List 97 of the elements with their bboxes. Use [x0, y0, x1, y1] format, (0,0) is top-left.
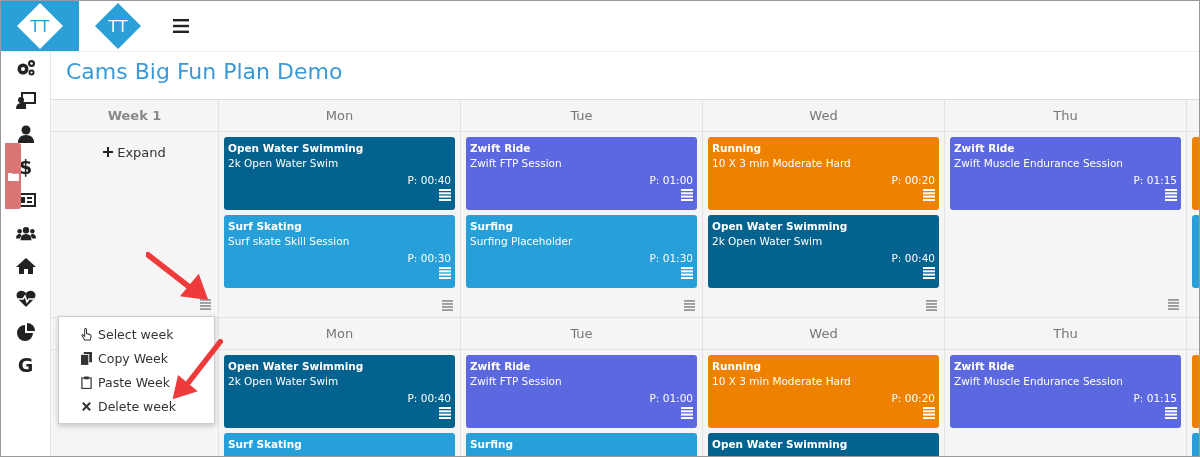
session-sport: Running [712, 360, 763, 372]
session-sport: Surfing [470, 438, 514, 450]
day-label: Thu [1053, 108, 1078, 123]
session-name: Surf skate Skill Session [228, 235, 351, 247]
session-card[interactable]: Surf Skating Surf skate Skill Session P: 00:30 [224, 215, 455, 288]
day-menu-icon[interactable] [442, 299, 453, 311]
planned-duration: P: 01:00 [649, 174, 693, 186]
session-name: Zwift Muscle Endurance Session [954, 375, 1124, 387]
list-icon[interactable] [923, 267, 935, 279]
day-label: Mon [325, 108, 354, 123]
day-menu-icon[interactable] [684, 299, 695, 311]
session-name: Surfing Placeholder [470, 235, 574, 247]
session-sport: Zwift Ride [954, 142, 1016, 154]
day-label: Tue [570, 326, 593, 341]
logo[interactable]: TT [17, 3, 63, 49]
expand-button[interactable]: Expand [103, 143, 166, 161]
session-sport: Zwift Ride [470, 360, 532, 372]
session-name: 2k Open Water Swim [712, 235, 824, 247]
list-icon[interactable] [681, 267, 693, 279]
hand-pointer-icon [81, 327, 92, 341]
home-icon[interactable] [15, 257, 36, 275]
session-name: Zwift FTP Session [470, 375, 563, 387]
session-name: 2k Open Water Swim [228, 375, 340, 387]
session-card[interactable]: Zwift Ride Zwift FTP Session P: 01:00 [466, 355, 697, 428]
session-card[interactable]: Open Water Swimming [708, 433, 939, 456]
session-name: 2k Open Water Swim [228, 157, 340, 169]
session-name: Zwift Muscle Endurance Session [954, 157, 1124, 169]
session-sport: Surf Skating [228, 438, 303, 450]
menu-item[interactable]: Paste Week [59, 370, 214, 394]
session-card[interactable]: Running 10 X 3 min Moderate Hard P: 00:20 [708, 137, 939, 210]
menu-item[interactable]: Delete week [59, 394, 214, 418]
day-label: Thu [1053, 326, 1078, 341]
planned-duration: P: 01:15 [1133, 392, 1177, 404]
close-icon [81, 399, 92, 413]
day-menu-icon[interactable] [926, 299, 937, 311]
session-sport: Surf Skating [228, 220, 303, 232]
planned-duration: P: 01:15 [1133, 174, 1177, 186]
session-sport: Open Water Swimming [712, 220, 849, 232]
presenter-icon[interactable] [15, 92, 36, 110]
planned-duration: P: 00:30 [407, 252, 451, 264]
sidebar-glyph[interactable]: G [17, 354, 34, 376]
plan-title: Cams Big Fun Plan Demo [51, 52, 1199, 99]
session-sport: Open Water Swimming [228, 142, 365, 154]
list-icon[interactable] [1165, 189, 1177, 201]
planned-duration: P: 00:20 [891, 392, 935, 404]
session-name: 10 X 3 min Moderate Hard [712, 375, 852, 387]
users-icon[interactable] [15, 224, 36, 242]
session-card[interactable]: Open Water Swimming 2k Open Water Swim P: 00:40 [224, 355, 455, 428]
gears-icon[interactable] [15, 59, 36, 77]
list-icon[interactable] [681, 189, 693, 201]
day-label: Tue [570, 108, 593, 123]
copy-icon [81, 351, 92, 365]
menu-icon[interactable] [173, 19, 189, 33]
planned-duration: P: 00:20 [891, 174, 935, 186]
menu-item[interactable]: Copy Week [59, 346, 214, 370]
planned-duration: P: 01:30 [649, 252, 693, 264]
planned-duration: P: 00:40 [891, 252, 935, 264]
sidebar-glyph[interactable]: $ [18, 156, 33, 178]
list-icon[interactable] [439, 267, 451, 279]
session-sport: Open Water Swimming [712, 438, 849, 450]
clipboard-icon [81, 375, 92, 389]
session-card[interactable]: Zwift Ride Zwift Muscle Endurance Session P: 01:15 [950, 355, 1181, 428]
list-icon[interactable] [681, 407, 693, 419]
plus-icon [103, 147, 114, 157]
list-icon[interactable] [439, 189, 451, 201]
week-menu-icon[interactable] [200, 299, 211, 310]
session-card[interactable]: Zwift Ride Zwift Muscle Endurance Session P: 01:15 [950, 137, 1181, 210]
planned-duration: P: 00:40 [407, 174, 451, 186]
planned-duration: P: 01:00 [649, 392, 693, 404]
session-sport: Open Water Swimming [228, 360, 365, 372]
session-card[interactable]: Surf Skating [224, 433, 455, 456]
session-card[interactable]: Running 10 X 3 min Moderate Hard P: 00:20 [708, 355, 939, 428]
session-card[interactable]: Surfing Surfing Placeholder P: 01:30 [466, 215, 697, 288]
session-card[interactable]: Open Water Swimming 2k Open Water Swim P: 00:40 [708, 215, 939, 288]
day-menu-icon[interactable] [1168, 299, 1179, 310]
session-card[interactable]: Open Water Swimming 2k Open Water Swim P: 00:40 [224, 137, 455, 210]
week-label: Week 1 [107, 108, 162, 123]
session-sport: Zwift Ride [470, 142, 532, 154]
session-card[interactable]: Surfing [466, 433, 697, 456]
session-name: Zwift FTP Session [470, 157, 563, 169]
session-sport: Surfing [470, 220, 514, 232]
brand-logo[interactable]: TT [95, 3, 141, 49]
heart-pulse-icon[interactable] [15, 290, 36, 308]
user-icon[interactable] [15, 125, 36, 143]
session-sport: Running [712, 142, 763, 154]
day-label: Wed [809, 108, 838, 123]
pie-chart-icon[interactable] [15, 323, 36, 341]
day-label: Mon [325, 326, 354, 341]
day-label: Wed [809, 326, 838, 341]
session-sport: Zwift Ride [954, 360, 1016, 372]
planned-duration: P: 00:40 [407, 392, 451, 404]
session-card[interactable]: Zwift Ride Zwift FTP Session P: 01:00 [466, 137, 697, 210]
list-icon[interactable] [1165, 407, 1177, 419]
list-icon[interactable] [439, 407, 451, 419]
folder-icon [7, 171, 19, 181]
session-name: 10 X 3 min Moderate Hard [712, 157, 852, 169]
menu-item[interactable]: Select week [59, 322, 214, 346]
